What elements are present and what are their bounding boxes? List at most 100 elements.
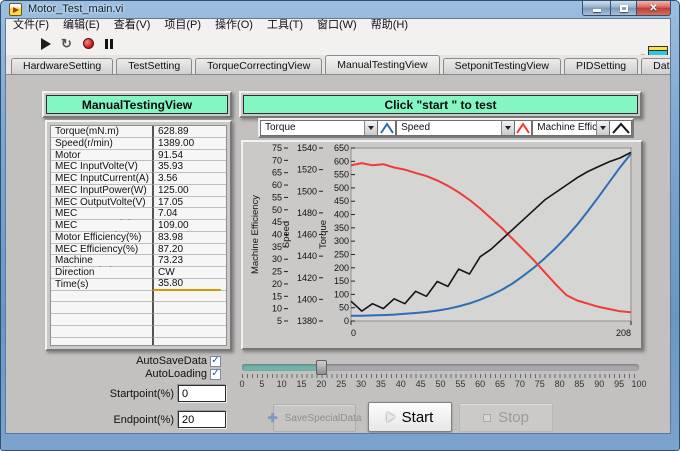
waveform-chart[interactable]: 75706560555045403530252015105Machine Eff… — [244, 143, 642, 349]
slider-scale-label: 35 — [375, 379, 386, 389]
maximize-button[interactable] — [610, 1, 637, 16]
row-gutter — [221, 302, 226, 314]
labview-vi-icon — [9, 3, 22, 16]
table-row[interactable]: MEC InputVolte(V) 35.93 — [51, 161, 226, 173]
table-row-empty[interactable] — [51, 325, 226, 338]
plot-style-icon[interactable] — [610, 120, 632, 136]
row-gutter — [221, 196, 226, 209]
menu-item[interactable]: 窗口(W) — [310, 19, 364, 32]
legend-label: Torque — [265, 122, 296, 133]
slider-scale-label: 55 — [455, 379, 466, 389]
row-gutter — [221, 126, 226, 138]
stop-button[interactable]: Stop — [459, 403, 553, 432]
menu-item[interactable]: 操作(O) — [208, 19, 260, 32]
tab-testsetting[interactable]: TestSetting — [116, 58, 193, 74]
autoload-checkbox[interactable]: ✓ — [210, 368, 221, 380]
table-row[interactable]: Direction CW — [51, 267, 226, 279]
table-row[interactable]: Torque(mN.m) 628.89 — [51, 126, 226, 138]
tab-pidsetting[interactable]: PIDSetting — [563, 58, 639, 74]
slider-scale-label: 100 — [631, 379, 647, 389]
tab-manualtestingview[interactable]: ManualTestingView — [325, 55, 440, 74]
y-tick-label: 1400 — [297, 294, 317, 304]
table-row[interactable]: MEC Efficiency(%) 87.20 — [51, 243, 226, 256]
table-row-empty[interactable] — [51, 337, 226, 345]
run-continuously-button[interactable]: ↻ — [59, 36, 74, 51]
table-row[interactable]: Speed(r/min) 1389.00 — [51, 137, 226, 150]
table-row-empty[interactable] — [51, 290, 226, 303]
y-tick-label: 1540 — [297, 143, 317, 153]
start-button[interactable]: Start — [368, 402, 452, 432]
slider-scale-label: 95 — [614, 379, 625, 389]
menu-item[interactable]: 编辑(E) — [56, 19, 107, 32]
slider-scale-label: 85 — [574, 379, 585, 389]
tab-strip: HardwareSetting TestSetting TorqueCorrecti… — [6, 55, 670, 102]
startpoint-input[interactable] — [178, 385, 226, 402]
endpoint-row: Endpoint(%) — [92, 411, 226, 428]
run-button[interactable] — [38, 36, 53, 51]
y-tick-label: 450 — [334, 196, 349, 206]
table-row[interactable]: Motor OutputPower(W)91.54 — [51, 149, 226, 171]
row-label: MEC OutputPower(W) — [51, 220, 152, 242]
legend-combo-1[interactable]: Speed — [396, 120, 515, 136]
y-tick-label: 1480 — [297, 208, 317, 218]
table-row[interactable]: MEC InputPower(W) 125.00 — [51, 184, 226, 197]
row-value: 35.93 — [152, 161, 221, 173]
minimize-button[interactable] — [582, 1, 610, 16]
tab-hardwaresetting[interactable]: HardwareSetting — [11, 58, 114, 74]
chevron-down-icon[interactable] — [500, 121, 514, 135]
row-gutter — [221, 314, 226, 326]
table-row-empty[interactable] — [51, 314, 226, 326]
row-value: 83.98 — [152, 231, 221, 244]
table-row-empty[interactable] — [51, 302, 226, 314]
save-special-data-button[interactable]: ✚ SaveSpecialData — [268, 404, 361, 432]
slider-fill — [242, 364, 322, 371]
title-bar[interactable]: Motor_Test_main.vi ✕ — [1, 1, 679, 18]
tab-torquecorrectingview[interactable]: TorqueCorrectingView — [195, 58, 323, 74]
chart-frame: 75 70 65 60 55 50 45 40 35 30 25 20 15 10 5 Machine Eff… — [241, 140, 643, 350]
menu-item[interactable]: 查看(V) — [107, 19, 158, 32]
close-button[interactable]: ✕ — [637, 1, 671, 16]
y-axis-name: Speed — [281, 221, 292, 248]
plot-style-icon[interactable] — [378, 120, 397, 136]
tab-setponittestingview[interactable]: SetponitTestingView — [442, 58, 561, 74]
slider-thumb[interactable] — [316, 360, 328, 375]
y-axis-name: Machine Efficiency — [250, 195, 261, 274]
menu-item[interactable]: 项目(P) — [157, 19, 208, 32]
table-row[interactable]: Machine Efficiency(%)73.23 — [51, 255, 226, 277]
row-value: 1389.00 — [152, 137, 221, 150]
y-tick-label: 5 — [277, 316, 282, 326]
row-gutter — [221, 267, 226, 279]
value-table[interactable]: Torque(mN.m) 628.89 Speed(r/min) 1389.00 Mot… — [50, 125, 227, 346]
row-gutter — [221, 290, 226, 303]
menu-item[interactable]: 帮助(H) — [364, 19, 415, 32]
table-row[interactable]: MEC OutputCurrent(A)7.04 — [51, 208, 226, 230]
table-row[interactable]: MEC OutputVolte(V) 17.05 — [51, 196, 226, 209]
abort-button[interactable] — [81, 36, 96, 51]
table-row[interactable]: Time(s) 35.80 — [51, 278, 226, 291]
endpoint-input[interactable] — [178, 411, 226, 428]
plot-style-icon[interactable] — [514, 120, 533, 136]
autosave-checkbox[interactable]: ✓ — [210, 355, 221, 367]
tab-data and curve[interactable]: Data and Curve — [641, 58, 670, 102]
legend-combo-0[interactable]: Torque — [260, 120, 379, 136]
table-row[interactable]: MEC InputCurrent(A) 3.56 — [51, 173, 226, 185]
legend-combo-2[interactable]: Machine Efficiency — [532, 120, 611, 136]
row-label: MEC InputPower(W) — [51, 184, 152, 197]
x-tick-label: 0 — [351, 328, 356, 338]
table-row[interactable]: MEC OutputPower(W)109.00 — [51, 220, 226, 242]
chevron-down-icon[interactable] — [364, 121, 378, 135]
menu-item[interactable]: 工具(T) — [260, 19, 310, 32]
y-axis-name: Torque — [318, 220, 329, 249]
y-tick-label: 60 — [272, 180, 282, 190]
y-tick-label: 15 — [272, 291, 282, 301]
menu-item[interactable]: 文件(F) — [6, 19, 56, 32]
y-tick-label: 50 — [272, 205, 282, 215]
table-row[interactable]: Motor Efficiency(%) 83.98 — [51, 231, 226, 244]
row-label: MEC OutputVolte(V) — [51, 196, 152, 209]
chevron-down-icon[interactable] — [596, 121, 610, 135]
slider-scale-label: 90 — [594, 379, 605, 389]
endpoint-label: Endpoint(%) — [113, 413, 174, 426]
play-icon — [386, 412, 395, 422]
pause-button[interactable] — [101, 36, 116, 51]
y-tick-label: 1420 — [297, 273, 317, 283]
